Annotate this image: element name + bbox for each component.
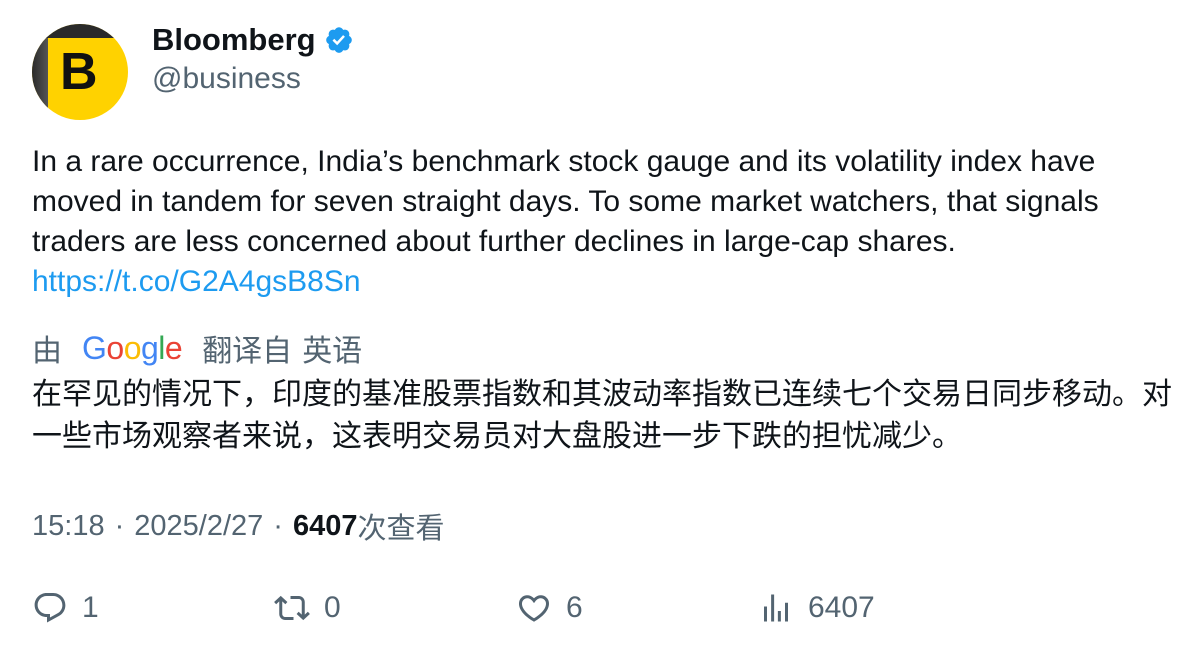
tweet-link[interactable]: https://t.co/G2A4gsB8Sn xyxy=(32,262,1172,302)
avatar-band xyxy=(32,24,128,38)
tweet-meta: 15:18 · 2025/2/27 · 6407 次查看 xyxy=(32,505,444,547)
heart-icon xyxy=(518,595,550,622)
meta-separator: · xyxy=(114,509,125,542)
retweet-icon xyxy=(274,595,310,621)
translation-prefix: 由 xyxy=(32,334,62,369)
avatar-shadow xyxy=(32,24,48,120)
translated-text: 在罕见的情况下，印度的基准股票指数和其波动率指数已连续七个交易日同步移动。对一些… xyxy=(32,377,1172,454)
avatar-logo-letter: B xyxy=(60,43,98,101)
tweet-body: In a rare occurrence, India’s benchmark … xyxy=(32,142,1172,302)
reply-count: 1 xyxy=(82,591,99,624)
tweet-time[interactable]: 15:18 xyxy=(32,510,105,543)
views-stat-count: 6407 xyxy=(808,591,875,624)
author-name[interactable]: Bloomberg xyxy=(152,22,316,58)
tweet-date[interactable]: 2025/2/27 xyxy=(134,510,263,543)
author-handle[interactable]: @business xyxy=(152,62,301,96)
action-bar: 1 0 6 6407 xyxy=(32,590,1132,634)
author-name-row: Bloomberg xyxy=(152,22,354,58)
like-button[interactable]: 6 xyxy=(516,590,583,626)
google-logo[interactable]: Google xyxy=(82,330,183,367)
meta-separator: · xyxy=(273,509,283,542)
analytics-icon xyxy=(764,594,788,622)
translated-from-label: 翻译自 xyxy=(202,334,293,369)
source-language: 英语 xyxy=(302,334,363,369)
retweet-count: 0 xyxy=(324,591,341,624)
retweet-button[interactable]: 0 xyxy=(274,590,341,626)
reply-button[interactable]: 1 xyxy=(32,590,99,626)
tweet-text: In a rare occurrence, India’s benchmark … xyxy=(32,145,1099,258)
verified-badge-icon xyxy=(325,27,352,53)
like-count: 6 xyxy=(566,591,583,624)
views-label: 次查看 xyxy=(357,511,445,545)
translation-attribution: 由 Google 翻译自 英语 xyxy=(32,326,362,370)
views-button[interactable]: 6407 xyxy=(758,590,875,626)
reply-icon xyxy=(34,593,66,623)
views-count: 6407 xyxy=(292,509,358,542)
avatar[interactable]: B xyxy=(32,24,128,120)
